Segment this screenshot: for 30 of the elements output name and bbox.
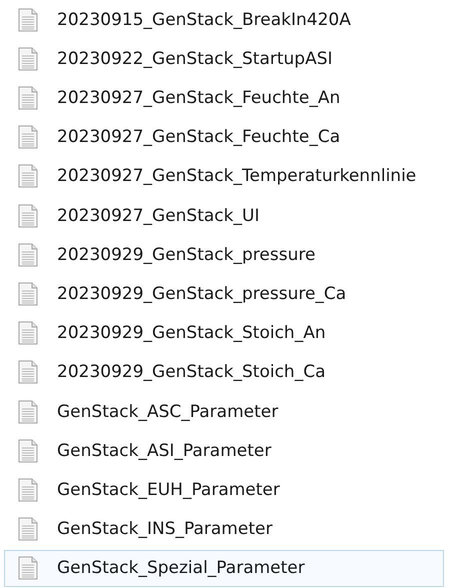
file-item[interactable]: 20230922_GenStack_StartupASI: [4, 40, 444, 78]
file-item[interactable]: 20230927_GenStack_UI: [4, 196, 444, 234]
file-item[interactable]: 20230927_GenStack_Feuchte_Ca: [4, 118, 444, 156]
file-item[interactable]: 20230929_GenStack_pressure: [4, 236, 444, 274]
document-icon: [18, 360, 38, 384]
document-icon: [18, 438, 38, 463]
document-icon: [18, 8, 38, 32]
document-icon: [18, 400, 38, 424]
document-icon: [18, 204, 38, 228]
document-icon: [18, 478, 38, 502]
file-item[interactable]: GenStack_ASI_Parameter: [4, 432, 444, 470]
file-item[interactable]: 20230929_GenStack_Stoich_An: [4, 314, 444, 352]
document-icon: [18, 125, 38, 150]
document-icon: [18, 556, 38, 580]
document-icon: [18, 164, 38, 188]
file-item[interactable]: GenStack_ASC_Parameter: [4, 392, 444, 430]
file-item[interactable]: 20230915_GenStack_BreakIn420A: [4, 1, 444, 38]
file-item[interactable]: 20230929_GenStack_Stoich_Ca: [4, 354, 444, 392]
file-item[interactable]: 20230927_GenStack_Temperaturkennlinie: [4, 158, 444, 196]
document-icon: [18, 242, 38, 267]
file-item[interactable]: GenStack_INS_Parameter: [4, 510, 444, 548]
document-icon: [18, 282, 38, 306]
file-item[interactable]: 20230929_GenStack_pressure_Ca: [4, 275, 444, 313]
file-item[interactable]: GenStack_Spezial_Parameter: [4, 550, 444, 588]
document-icon: [18, 321, 38, 346]
document-icon: [18, 517, 38, 542]
document-icon: [18, 46, 38, 71]
file-item[interactable]: GenStack_EUH_Parameter: [4, 471, 444, 509]
file-item[interactable]: 20230927_GenStack_Feuchte_An: [4, 79, 444, 117]
document-icon: [18, 86, 38, 110]
